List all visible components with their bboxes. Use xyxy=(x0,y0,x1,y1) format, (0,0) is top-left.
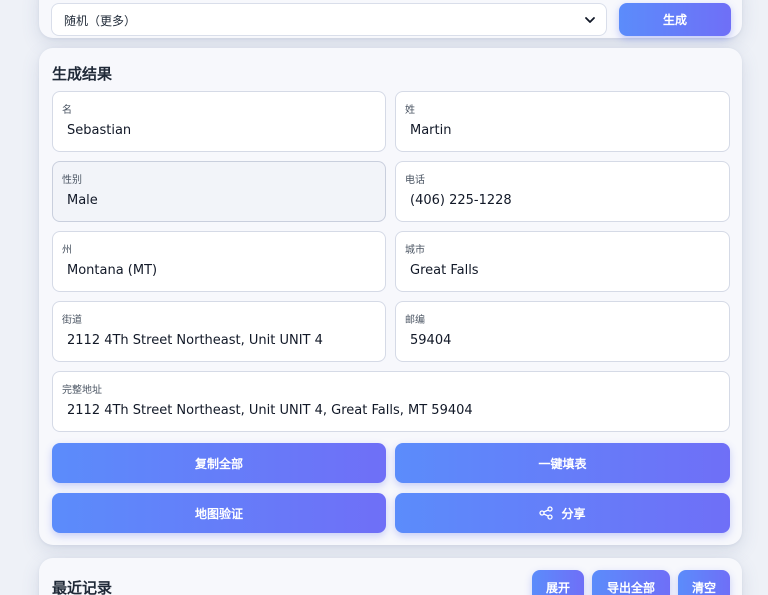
phone-label: 电话 xyxy=(405,175,425,186)
chevron-down-icon xyxy=(585,17,595,23)
gender-value: Male xyxy=(67,193,98,208)
first-name-field[interactable]: 名 Sebastian xyxy=(52,91,386,152)
generate-button[interactable]: 生成 xyxy=(619,3,731,36)
result-card: 生成结果 名 Sebastian 姓 Martin 性别 Male 电话 (40… xyxy=(39,48,742,545)
autofill-label: 一键填表 xyxy=(538,456,587,471)
share-label: 分享 xyxy=(561,506,586,521)
state-field[interactable]: 州 Montana (MT) xyxy=(52,231,386,292)
gender-field[interactable]: 性别 Male xyxy=(52,161,386,222)
clear-button[interactable]: 清空 xyxy=(678,570,730,595)
state-value: Montana (MT) xyxy=(67,263,158,278)
street-label: 街道 xyxy=(62,315,82,326)
map-verify-label: 地图验证 xyxy=(194,506,243,521)
full-address-label: 完整地址 xyxy=(62,385,102,396)
phone-field[interactable]: 电话 (406) 225-1228 xyxy=(395,161,730,222)
first-name-value: Sebastian xyxy=(67,123,132,138)
last-name-label: 姓 xyxy=(405,105,415,116)
type-select-value: 随机（更多） xyxy=(64,14,137,28)
expand-button[interactable]: 展开 xyxy=(532,570,584,595)
state-label: 州 xyxy=(62,245,72,256)
copy-all-label: 复制全部 xyxy=(194,456,243,471)
export-all-button[interactable]: 导出全部 xyxy=(592,570,670,595)
city-value: Great Falls xyxy=(410,263,479,278)
recent-title: 最近记录 xyxy=(52,579,113,595)
last-name-value: Martin xyxy=(410,123,452,138)
city-label: 城市 xyxy=(405,245,425,256)
map-verify-button[interactable]: 地图验证 xyxy=(52,493,386,533)
street-field[interactable]: 街道 2112 4Th Street Northeast, Unit UNIT … xyxy=(52,301,386,362)
zip-field[interactable]: 邮编 59404 xyxy=(395,301,730,362)
zip-value: 59404 xyxy=(410,333,452,348)
share-button[interactable]: 分享 xyxy=(395,493,730,533)
gender-label: 性别 xyxy=(62,175,82,186)
type-select[interactable]: 随机（更多） xyxy=(51,3,607,36)
share-icon xyxy=(539,506,554,520)
first-name-label: 名 xyxy=(62,105,72,116)
last-name-field[interactable]: 姓 Martin xyxy=(395,91,730,152)
result-title: 生成结果 xyxy=(52,65,113,83)
zip-label: 邮编 xyxy=(405,315,425,326)
street-value: 2112 4Th Street Northeast, Unit UNIT 4 xyxy=(67,333,323,348)
generator-card: 随机（更多） 生成 xyxy=(39,0,742,38)
city-field[interactable]: 城市 Great Falls xyxy=(395,231,730,292)
recent-card: 最近记录 展开 导出全部 清空 xyxy=(39,558,742,595)
full-address-value: 2112 4Th Street Northeast, Unit UNIT 4, … xyxy=(67,403,473,418)
full-address-field[interactable]: 完整地址 2112 4Th Street Northeast, Unit UNI… xyxy=(52,371,730,432)
copy-all-button[interactable]: 复制全部 xyxy=(52,443,386,483)
autofill-button[interactable]: 一键填表 xyxy=(395,443,730,483)
phone-value: (406) 225-1228 xyxy=(410,193,512,208)
